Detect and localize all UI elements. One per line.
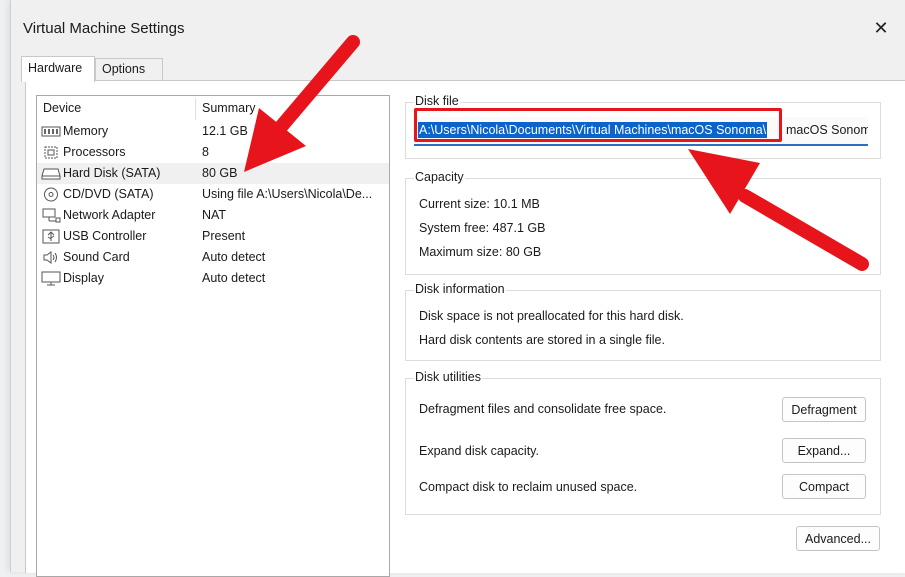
device-summary: 80 GB (202, 166, 238, 180)
device-summary: Present (202, 229, 246, 243)
device-summary: Auto detect (202, 271, 266, 285)
device-row-hard-disk[interactable]: Hard Disk (SATA) 80 GB (37, 163, 389, 184)
device-name: Processors (63, 145, 126, 159)
tab-hardware[interactable]: Hardware (21, 56, 95, 82)
capacity-label: Capacity (414, 170, 465, 184)
disk-information-label: Disk information (414, 282, 506, 296)
device-summary: Auto detect (202, 250, 266, 264)
device-name: Memory (63, 124, 109, 138)
disk-info-line2: Hard disk contents are stored in a singl… (419, 333, 665, 347)
display-icon (41, 271, 61, 286)
cd-dvd-icon (44, 187, 58, 202)
close-icon[interactable]: ✕ (871, 18, 891, 38)
system-free-text: System free: 487.1 GB (419, 221, 546, 235)
hardware-panel: Device Summary Memory 12.1 GB Processors… (25, 80, 905, 577)
device-name: Sound Card (63, 250, 130, 264)
hard-disk-icon (41, 168, 61, 180)
tab-options[interactable]: Options (95, 58, 163, 80)
compact-description: Compact disk to reclaim unused space. (419, 480, 638, 494)
column-header-device[interactable]: Device (43, 101, 81, 115)
expand-description: Expand disk capacity. (419, 444, 539, 458)
device-name: Network Adapter (63, 208, 156, 222)
device-row-processors[interactable]: Processors 8 (37, 142, 389, 163)
device-name: Hard Disk (SATA) (63, 166, 161, 180)
usb-icon (42, 229, 60, 244)
device-summary: NAT (202, 208, 227, 222)
device-row-sound-card[interactable]: Sound Card Auto detect (37, 247, 389, 268)
vm-settings-window: Virtual Machine Settings ✕ Hardware Opti… (10, 0, 905, 577)
capacity-group: Capacity Current size: 10.1 MB System fr… (405, 170, 881, 275)
disk-utilities-label: Disk utilities (414, 370, 482, 384)
network-adapter-icon (42, 208, 61, 223)
device-row-memory[interactable]: Memory 12.1 GB (37, 121, 389, 142)
maximum-size-text: Maximum size: 80 GB (419, 245, 542, 259)
device-list: Device Summary Memory 12.1 GB Processors… (36, 95, 390, 577)
defragment-button[interactable]: Defragment (782, 397, 866, 422)
current-size-text: Current size: 10.1 MB (419, 197, 540, 211)
expand-button[interactable]: Expand... (782, 438, 866, 463)
disk-file-selected-text: A:\Users\Nicola\Documents\Virtual Machin… (418, 122, 768, 138)
device-name: Display (63, 271, 104, 285)
disk-utilities-group: Disk utilities Defragment files and cons… (405, 370, 881, 515)
disk-file-label: Disk file (414, 94, 460, 108)
device-row-network-adapter[interactable]: Network Adapter NAT (37, 205, 389, 226)
column-header-summary[interactable]: Summary (202, 101, 255, 115)
device-summary: 12.1 GB (202, 124, 248, 138)
device-name: USB Controller (63, 229, 147, 243)
processor-icon (44, 146, 58, 159)
device-summary: Using file A:\Users\Nicola\De... (202, 187, 373, 201)
defragment-description: Defragment files and consolidate free sp… (419, 402, 667, 416)
memory-icon (41, 126, 61, 137)
device-row-cd-dvd[interactable]: CD/DVD (SATA) Using file A:\Users\Nicola… (37, 184, 389, 205)
device-row-display[interactable]: Display Auto detect (37, 268, 389, 289)
speaker-icon (43, 251, 57, 264)
disk-info-line1: Disk space is not preallocated for this … (419, 309, 684, 323)
device-row-usb-controller[interactable]: USB Controller Present (37, 226, 389, 247)
compact-button[interactable]: Compact (782, 474, 866, 499)
disk-file-group: Disk file A:\Users\Nicola\Documents\Virt… (405, 94, 881, 159)
column-divider[interactable] (195, 98, 196, 120)
disk-file-trailing-text: macOS Sonom (786, 123, 868, 137)
device-name: CD/DVD (SATA) (63, 187, 154, 201)
disk-information-group: Disk information Disk space is not preal… (405, 282, 881, 361)
advanced-button[interactable]: Advanced... (796, 526, 880, 551)
window-title: Virtual Machine Settings (23, 20, 185, 37)
device-summary: 8 (202, 145, 209, 159)
disk-file-input[interactable]: A:\Users\Nicola\Documents\Virtual Machin… (414, 117, 868, 146)
